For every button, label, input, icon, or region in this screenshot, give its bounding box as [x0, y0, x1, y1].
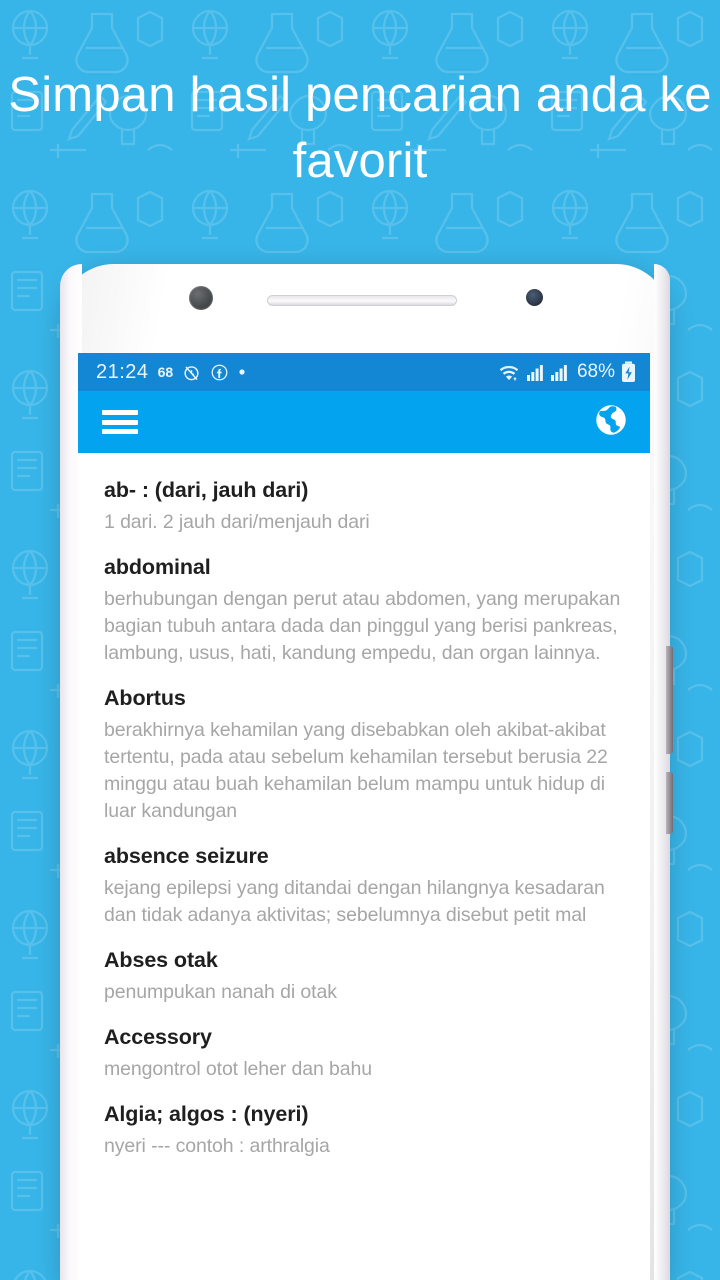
list-item[interactable]: Abses otak penumpukan nanah di otak	[104, 945, 624, 1006]
entry-term: Abortus	[104, 686, 186, 710]
globe-icon[interactable]	[592, 401, 630, 444]
status-clock: 21:24	[96, 360, 149, 383]
signal-sim1-icon	[526, 363, 544, 382]
battery-percent-label: 68%	[576, 361, 615, 382]
phone-screen: 21:24 68 68% ab-: (dari, jauh dari) 1 d…	[78, 353, 650, 1280]
entry-term: ab- : (dari, jauh dari)	[104, 478, 309, 502]
status-bar-left: 21:24 68	[96, 361, 498, 384]
entry-definition: penumpukan nanah di otak	[104, 981, 337, 1003]
status-notification-count: 68	[157, 364, 174, 380]
entry-definition: berakhirnya kehamilan yang disebabkan ol…	[104, 719, 608, 822]
list-item[interactable]: absence seizure kejang epilepsi yang dit…	[104, 841, 624, 929]
list-item[interactable]: abdominal berhubungan dengan perut atau …	[104, 552, 624, 667]
signal-sim2-icon	[550, 363, 568, 382]
wifi-icon	[498, 362, 520, 382]
dot-icon	[238, 368, 246, 376]
list-item[interactable]: Abortus berakhirnya kehamilan yang diseb…	[104, 683, 624, 825]
entry-definition: berhubungan dengan perut atau abdomen, y…	[104, 588, 621, 664]
phone-mockup: 21:24 68 68% ab-: (dari, jauh dari) 1 d…	[60, 264, 673, 1280]
front-camera-icon	[189, 286, 213, 310]
app-bar	[78, 391, 650, 453]
entry-term: Abses otak	[104, 948, 218, 972]
earpiece-speaker	[267, 295, 457, 306]
battery-charging-icon	[621, 361, 636, 383]
volume-rocker-button[interactable]	[666, 646, 673, 754]
power-button[interactable]	[666, 772, 673, 834]
entry-term: Accessory	[104, 1025, 212, 1049]
list-item[interactable]: Accessory mengontrol otot leher dan bahu	[104, 1022, 624, 1083]
entry-definition: kejang epilepsi yang ditandai dengan hil…	[104, 877, 605, 926]
entry-term: abdominal	[104, 555, 211, 579]
entry-definition: nyeri --- contoh : arthralgia	[104, 1135, 330, 1157]
proximity-sensor-icon	[526, 289, 543, 306]
promo-screenshot: Simpan hasil pencarian anda ke favorit 2…	[0, 0, 720, 1280]
entry-term: absence seizure	[104, 844, 269, 868]
entry-term: Algia; algos : (nyeri)	[104, 1102, 309, 1126]
list-item[interactable]: Algia; algos : (nyeri) nyeri --- contoh …	[104, 1099, 624, 1160]
promo-headline: Simpan hasil pencarian anda ke favorit	[8, 68, 712, 188]
status-bar: 21:24 68 68%	[78, 353, 650, 391]
dictionary-list[interactable]: ab- : (dari, jauh dari) 1 dari. 2 jauh d…	[78, 453, 650, 1280]
entry-definition: 1 dari. 2 jauh dari/menjauh dari	[104, 511, 370, 533]
alarm-off-icon	[182, 363, 201, 382]
hamburger-menu-icon[interactable]	[102, 410, 138, 434]
status-bar-right: 68%	[498, 361, 636, 383]
list-item[interactable]: ab- : (dari, jauh dari) 1 dari. 2 jauh d…	[104, 475, 624, 536]
facebook-icon	[210, 363, 229, 382]
entry-definition: mengontrol otot leher dan bahu	[104, 1058, 373, 1080]
